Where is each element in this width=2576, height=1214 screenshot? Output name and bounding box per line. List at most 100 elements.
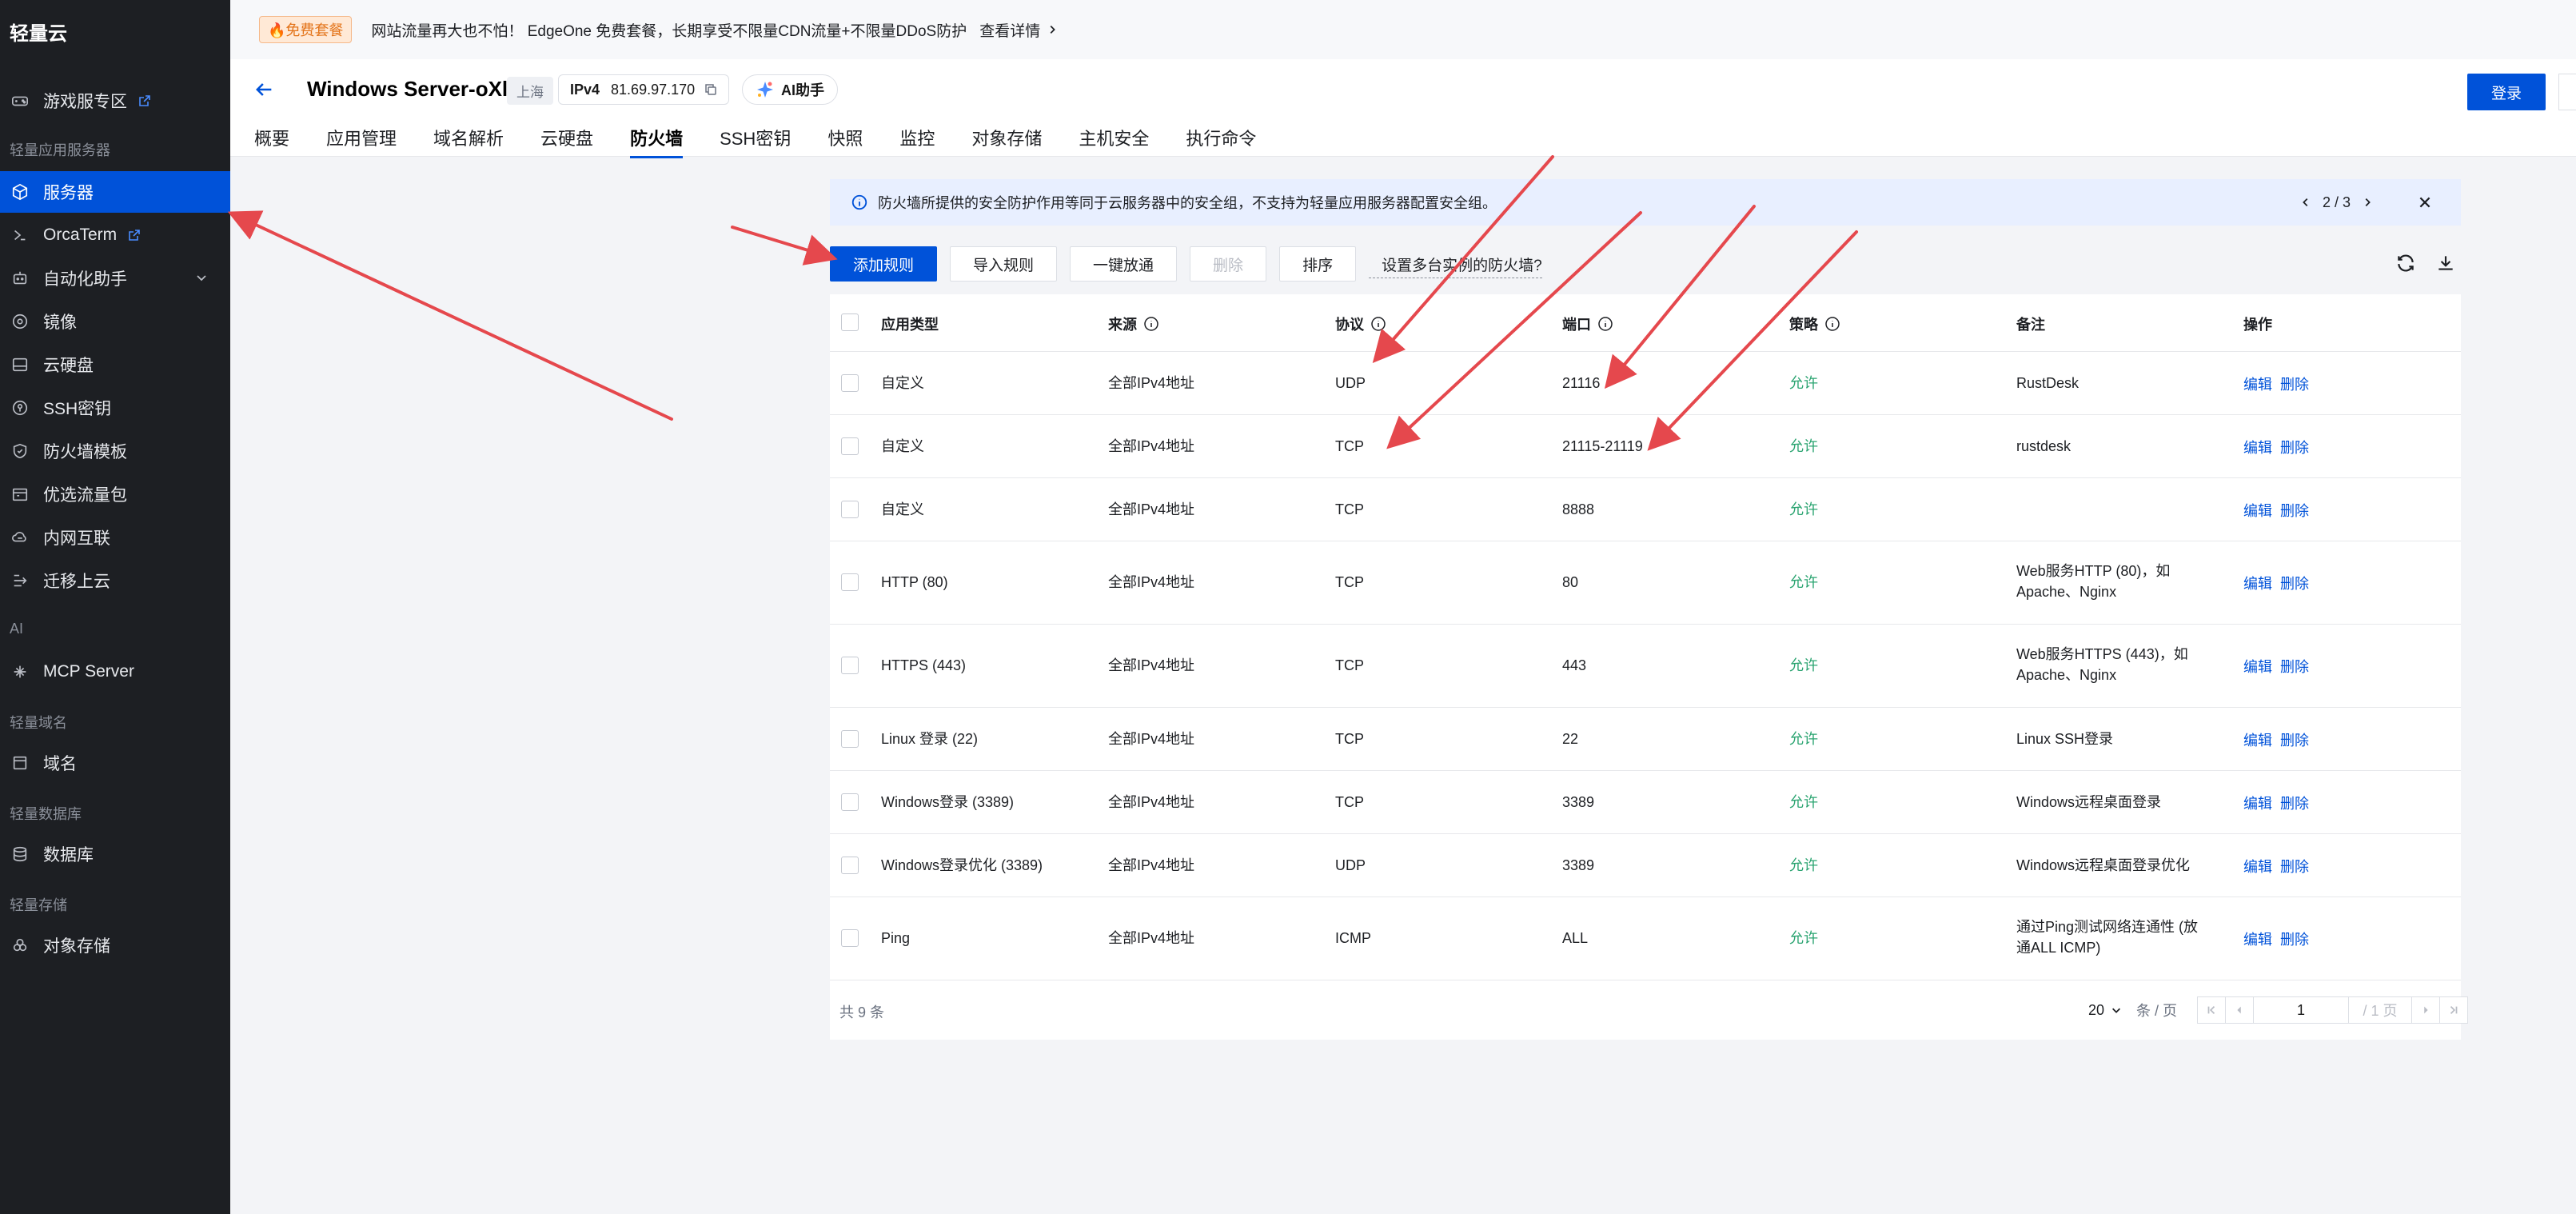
sort-button[interactable]: 排序 [1279, 246, 1357, 282]
chevron-left-icon[interactable] [2300, 197, 2311, 208]
delete-link[interactable]: 删除 [2280, 729, 2309, 750]
table-row: HTTPS (443) 全部IPv4地址 TCP 443 允许 Web服务HTT… [830, 625, 2461, 708]
cell-protocol: TCP [1335, 731, 1364, 747]
copy-icon[interactable] [704, 83, 717, 96]
close-icon[interactable] [2418, 195, 2432, 210]
cell-app-type: 自定义 [881, 375, 924, 391]
login-button[interactable]: 登录 [2467, 74, 2546, 110]
section-light-domain: 轻量域名 [10, 715, 67, 731]
page-size-select[interactable]: 20 条 / 页 [2088, 1000, 2177, 1020]
delete-link[interactable]: 删除 [2280, 373, 2309, 394]
sidebar-item-cloud-disk[interactable]: 云硬盘 [0, 344, 230, 385]
sidebar-item-image[interactable]: 镜像 [0, 301, 230, 342]
row-checkbox[interactable] [841, 793, 859, 811]
row-checkbox[interactable] [841, 657, 859, 674]
allow-all-button[interactable]: 一键放通 [1070, 246, 1178, 282]
cell-policy: 允许 [1789, 930, 1818, 946]
edit-link[interactable]: 编辑 [2243, 729, 2272, 750]
import-rule-button[interactable]: 导入规则 [950, 246, 1058, 282]
row-checkbox[interactable] [841, 929, 859, 947]
prev-page-button[interactable] [2225, 996, 2254, 1024]
first-page-button[interactable] [2197, 996, 2226, 1024]
cell-protocol: TCP [1335, 574, 1364, 590]
select-all-checkbox[interactable] [841, 313, 859, 331]
tab-ssh-key[interactable]: SSH密钥 [720, 125, 791, 158]
sidebar-item-traffic-pkg[interactable]: 优选流量包 [0, 473, 230, 515]
download-icon[interactable] [2435, 253, 2456, 274]
row-checkbox[interactable] [841, 857, 859, 874]
edit-link[interactable]: 编辑 [2243, 373, 2272, 394]
tab-app-management[interactable]: 应用管理 [326, 125, 397, 158]
info-icon[interactable] [1370, 316, 1386, 332]
sidebar-item-label: MCP Server [43, 662, 134, 681]
delete-link[interactable]: 删除 [2280, 928, 2309, 949]
row-checkbox[interactable] [841, 374, 859, 392]
ai-assistant-button[interactable]: AI助手 [742, 74, 838, 105]
next-page-button[interactable] [2411, 996, 2440, 1024]
cell-note: Windows远程桌面登录优化 [2016, 857, 2191, 873]
edit-link[interactable]: 编辑 [2243, 500, 2272, 521]
sidebar-item-game[interactable]: 游戏服专区 [0, 80, 230, 122]
refresh-icon[interactable] [2395, 253, 2416, 274]
row-checkbox[interactable] [841, 501, 859, 518]
tab-run-command[interactable]: 执行命令 [1186, 125, 1256, 158]
back-arrow-icon[interactable] [253, 78, 275, 101]
info-icon[interactable] [1824, 316, 1840, 332]
chevron-right-icon[interactable] [2362, 197, 2373, 208]
server-name: Windows Server-oXli [307, 77, 514, 101]
last-page-button[interactable] [2439, 996, 2468, 1024]
sidebar-item-domain[interactable]: 域名 [0, 742, 230, 784]
database-icon [11, 845, 29, 863]
delete-link[interactable]: 删除 [2280, 793, 2309, 813]
notice-detail-link[interactable]: 查看详情 [979, 19, 1040, 41]
sidebar-item-ssh-key[interactable]: SSH密钥 [0, 387, 230, 429]
edit-link[interactable]: 编辑 [2243, 928, 2272, 949]
sidebar-item-migrate[interactable]: 迁移上云 [0, 560, 230, 601]
tab-dns[interactable]: 域名解析 [433, 125, 504, 158]
tab-cloud-disk[interactable]: 云硬盘 [540, 125, 593, 158]
add-rule-button[interactable]: 添加规则 [830, 246, 938, 282]
sidebar-item-fw-template[interactable]: 防火墙模板 [0, 430, 230, 472]
sidebar-item-mcp[interactable]: MCP Server [0, 651, 230, 693]
tab-object-storage[interactable]: 对象存储 [971, 125, 1042, 158]
tab-monitor[interactable]: 监控 [899, 125, 935, 158]
sidebar-item-orcaterm[interactable]: OrcaTerm [0, 214, 230, 256]
tab-snapshot[interactable]: 快照 [827, 125, 863, 158]
sidebar-item-automation[interactable]: 自动化助手 [0, 258, 230, 299]
delete-link[interactable]: 删除 [2280, 437, 2309, 457]
multi-instance-firewall-link[interactable]: 设置多台实例的防火墙? [1369, 251, 1542, 278]
sidebar-item-server[interactable]: 服务器 [0, 171, 230, 213]
col-app-type: 应用类型 [881, 317, 939, 333]
info-icon[interactable] [1143, 316, 1159, 332]
info-icon[interactable] [1597, 316, 1613, 332]
notice-text: 网站流量再大也不怕！ EdgeOne 免费套餐，长期享受不限量CDN流量+不限量… [371, 22, 967, 40]
delete-link[interactable]: 删除 [2280, 656, 2309, 677]
sidebar-item-database[interactable]: 数据库 [0, 833, 230, 875]
delete-button[interactable]: 删除 [1190, 246, 1267, 282]
header-side-button[interactable] [2558, 74, 2576, 110]
edit-link[interactable]: 编辑 [2243, 573, 2272, 593]
row-ops: 编辑 删除 [2243, 729, 2309, 750]
table-footer: 共 9 条 20 条 / 页 1 / 1 页 [830, 980, 2468, 1040]
row-checkbox[interactable] [841, 437, 859, 455]
edit-link[interactable]: 编辑 [2243, 437, 2272, 457]
ip-label: IPv4 [570, 81, 600, 98]
edit-link[interactable]: 编辑 [2243, 656, 2272, 677]
cell-app-type: Ping [881, 930, 911, 946]
row-checkbox[interactable] [841, 573, 859, 591]
delete-link[interactable]: 删除 [2280, 856, 2309, 877]
edit-link[interactable]: 编辑 [2243, 856, 2272, 877]
tab-overview[interactable]: 概要 [254, 125, 289, 158]
sidebar-item-intranet[interactable]: 内网互联 [0, 517, 230, 558]
edit-link[interactable]: 编辑 [2243, 793, 2272, 813]
delete-link[interactable]: 删除 [2280, 573, 2309, 593]
delete-link[interactable]: 删除 [2280, 500, 2309, 521]
cell-policy: 允许 [1789, 794, 1818, 810]
sidebar-item-object-storage[interactable]: 对象存储 [0, 924, 230, 966]
chevron-right-icon [1050, 26, 1056, 34]
banner-page-indicator: 2 / 3 [2322, 194, 2351, 210]
row-checkbox[interactable] [841, 730, 859, 748]
tab-host-security[interactable]: 主机安全 [1079, 125, 1149, 158]
tab-firewall[interactable]: 防火墙 [630, 125, 684, 158]
page-number-input[interactable]: 1 [2253, 996, 2349, 1024]
